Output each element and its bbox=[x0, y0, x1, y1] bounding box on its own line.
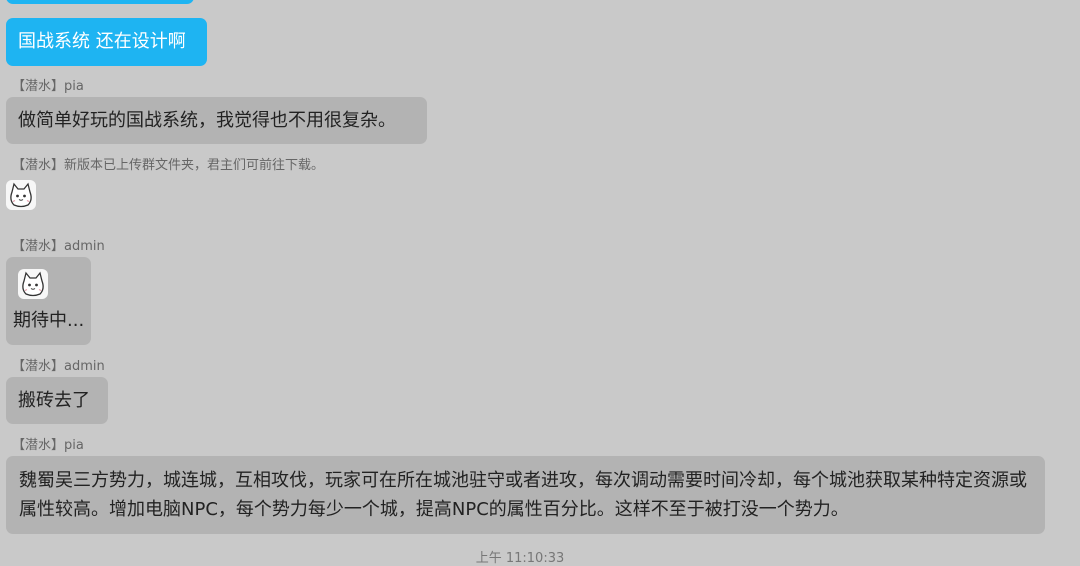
message-bubble[interactable]: 魏蜀吴三方势力，城连城，互相攻伐，玩家可在所在城池驻守或者进攻，每次调动需要时间… bbox=[6, 456, 1045, 534]
sender-name: 【潜水】pia bbox=[12, 79, 84, 94]
message-bubble[interactable]: 做简单好玩的国战系统，我觉得也不用很复杂。 bbox=[6, 97, 427, 144]
cat-sticker-icon bbox=[6, 180, 36, 210]
chat-message-list[interactable]: 国战系统 还在设计啊 【潜水】pia 做简单好玩的国战系统，我觉得也不用很复杂。… bbox=[0, 0, 1080, 566]
message-bubble[interactable]: 期待中... bbox=[6, 257, 91, 345]
sender-name: 【潜水】admin bbox=[12, 359, 105, 374]
sender-name: 【潜水】admin bbox=[12, 239, 105, 254]
message-text: 国战系统 还在设计啊 bbox=[18, 31, 186, 52]
message-text: 魏蜀吴三方势力，城连城，互相攻伐，玩家可在所在城池驻守或者进攻，每次调动需要时间… bbox=[19, 470, 1027, 520]
message-bubble-outgoing[interactable]: 国战系统 还在设计啊 bbox=[6, 18, 207, 66]
message-text: 搬砖去了 bbox=[18, 390, 90, 411]
clipped-outgoing-bubble bbox=[6, 0, 194, 4]
sender-name: 【潜水】pia bbox=[12, 438, 84, 453]
sender-name: 【潜水】新版本已上传群文件夹，君主们可前往下载。 bbox=[12, 158, 325, 173]
message-timestamp: 上午 11:10:33 bbox=[475, 551, 565, 566]
cat-sticker-icon bbox=[18, 269, 48, 299]
message-text: 做简单好玩的国战系统，我觉得也不用很复杂。 bbox=[18, 110, 396, 131]
message-text: 期待中... bbox=[13, 310, 85, 331]
message-bubble[interactable]: 搬砖去了 bbox=[6, 377, 108, 424]
sticker-message[interactable] bbox=[6, 180, 36, 210]
